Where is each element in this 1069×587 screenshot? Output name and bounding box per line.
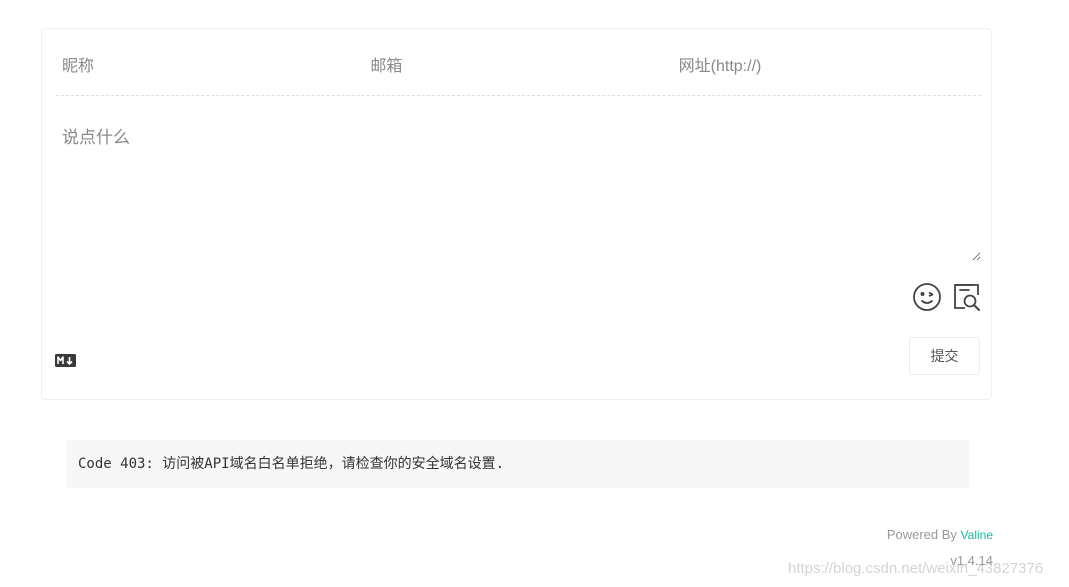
comment-textarea[interactable]: [56, 113, 981, 261]
powered-by-label: Powered By: [886, 527, 957, 542]
markdown-icon[interactable]: [55, 354, 76, 367]
comment-panel: 提交: [41, 28, 992, 400]
watermark-text: https://blog.csdn.net/weixin_43827376: [788, 560, 1044, 577]
website-input[interactable]: [672, 47, 981, 87]
submit-button[interactable]: 提交: [909, 337, 980, 375]
preview-icon[interactable]: [951, 281, 983, 313]
valine-link[interactable]: Valine: [961, 528, 993, 542]
error-message: Code 403: 访问被API域名白名单拒绝，请检查你的安全域名设置.: [66, 440, 969, 488]
comment-header-fields: [56, 47, 981, 96]
emoji-icon[interactable]: [911, 281, 943, 313]
nickname-input[interactable]: [56, 47, 365, 87]
powered-by: Powered By Valine: [887, 527, 993, 543]
email-input[interactable]: [364, 47, 673, 87]
